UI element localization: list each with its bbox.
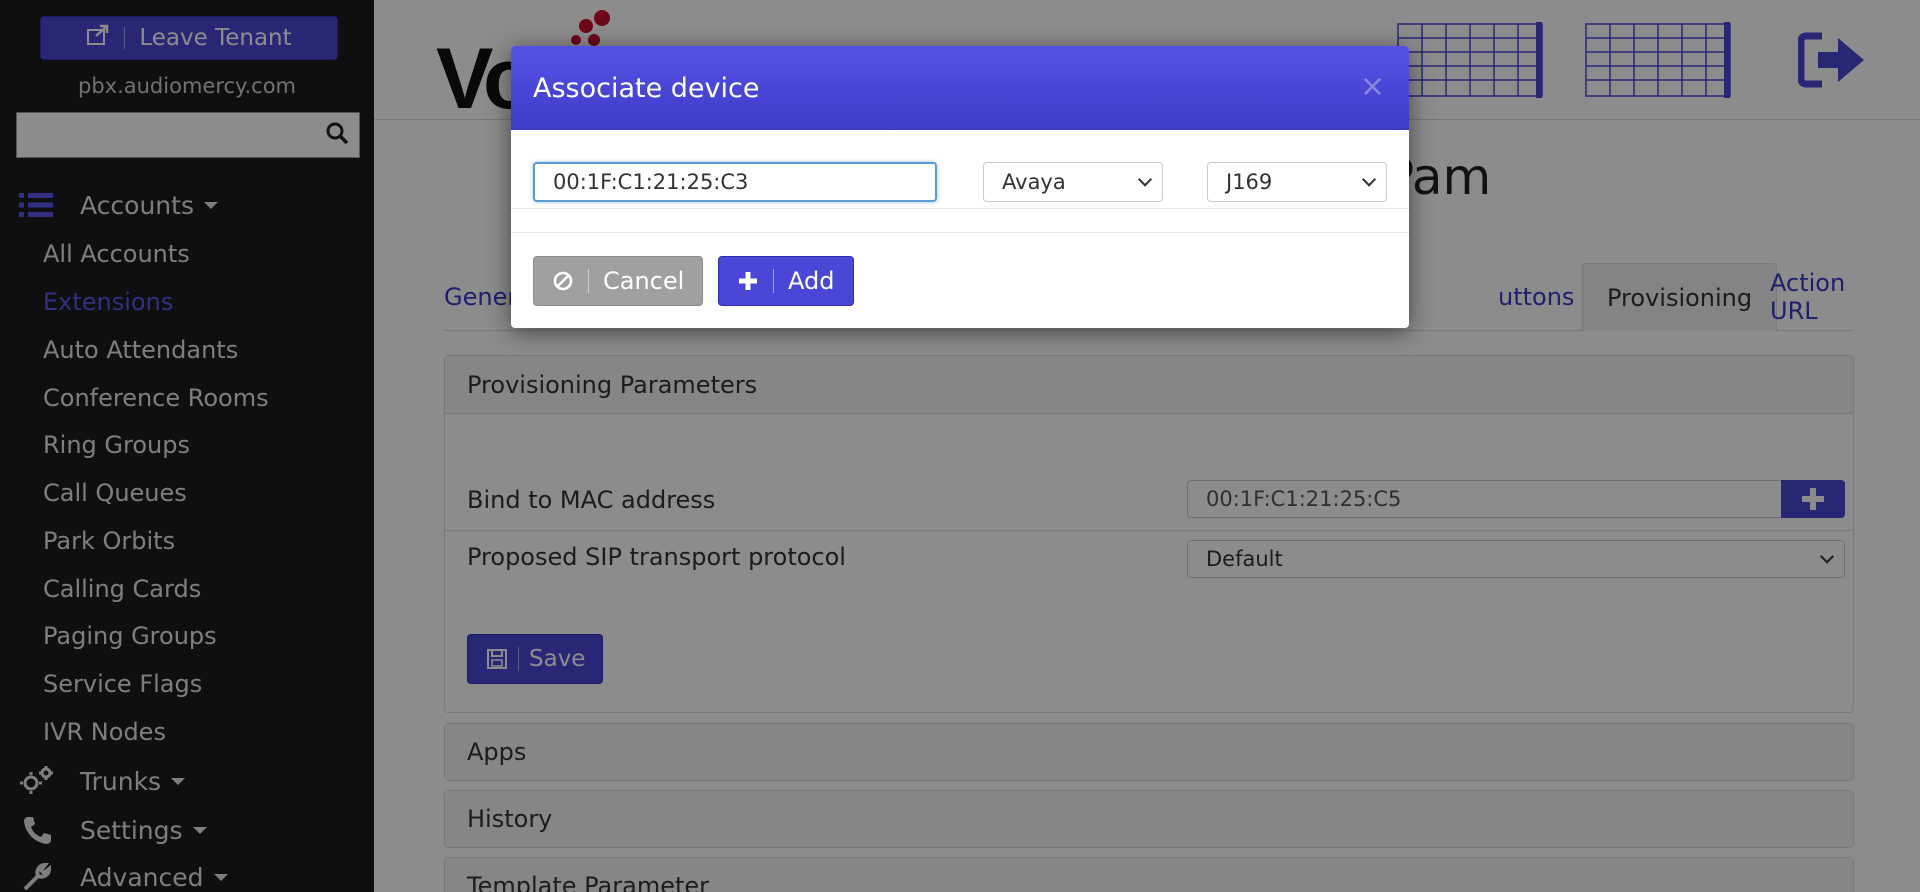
add-button[interactable]: Add: [718, 256, 854, 306]
ban-icon: [553, 271, 573, 291]
vendor-value: Avaya: [1002, 170, 1066, 194]
device-mac-input[interactable]: [533, 162, 937, 202]
associate-device-dialog: Associate device × Avaya J169 Cancel Add: [511, 46, 1409, 328]
cancel-label: Cancel: [603, 267, 685, 295]
dialog-title: Associate device: [533, 72, 760, 104]
chevron-down-icon: [1361, 172, 1377, 187]
button-separator: [588, 269, 589, 293]
close-icon[interactable]: ×: [1360, 72, 1385, 102]
dialog-header: Associate device: [511, 46, 1409, 130]
chevron-down-icon: [1137, 172, 1153, 187]
model-value: J169: [1226, 170, 1273, 194]
button-separator: [773, 269, 774, 293]
divider: [511, 232, 1409, 233]
divider: [511, 208, 1409, 209]
model-select[interactable]: J169: [1207, 162, 1387, 202]
plus-icon: [739, 272, 757, 290]
add-label: Add: [788, 267, 835, 295]
cancel-button[interactable]: Cancel: [533, 256, 703, 306]
vendor-select[interactable]: Avaya: [983, 162, 1163, 202]
